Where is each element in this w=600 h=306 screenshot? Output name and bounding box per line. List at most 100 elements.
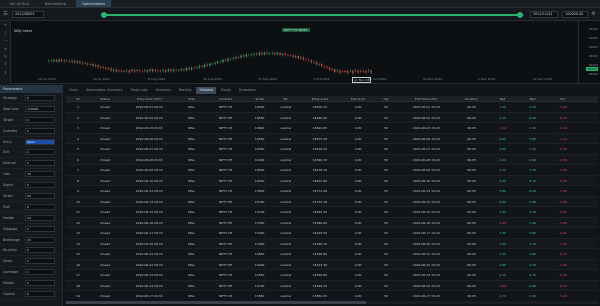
trendline-icon[interactable]: ∕	[0, 29, 11, 37]
table-cell: 50	[384, 262, 389, 267]
tab-1[interactable]: Backtesting	[39, 0, 72, 7]
table-cell: SELL	[187, 210, 196, 214]
parameter-input[interactable]: 0	[25, 225, 55, 232]
column-header[interactable]: Max	[518, 96, 548, 101]
table-cell: 50	[384, 220, 389, 225]
parameter-input[interactable]: 30	[25, 171, 55, 178]
table-row[interactable]: 1 Closed 2022-06-01 09:15 SELL NIFTY CE 16500…	[66, 102, 598, 113]
table-cell: 50	[384, 273, 389, 277]
settings-icon[interactable]: ⚙	[590, 11, 597, 18]
column-header[interactable]: Status	[90, 96, 120, 101]
date-range-slider[interactable]	[101, 12, 524, 18]
subtab-5[interactable]: Detailed	[196, 87, 216, 94]
table-row[interactable]: 9 Closed 2022-06-13 09:15 SELL NIFTY CE 15800…	[66, 186, 598, 197]
capital-input[interactable]: 100000.00	[562, 11, 588, 18]
horizontal-line-icon[interactable]: —	[0, 37, 11, 45]
table-row[interactable]: 17 Closed 2022-06-23 09:15 SELL NIFTY CE 1555…	[66, 270, 598, 281]
table-row[interactable]: 19 Closed 2022-06-27 09:15 SELL NIFTY CE 1585…	[66, 291, 598, 302]
tab-0[interactable]: Kill All Bull	[4, 0, 35, 7]
parameter-label: Brokerage	[3, 237, 20, 242]
table-row[interactable]: 4 Closed 2022-06-06 09:15 SELL NIFTY PE 16550…	[66, 133, 598, 144]
table-row[interactable]: 2 Closed 2022-06-02 09:15 SELL NIFTY PE 16550…	[66, 112, 598, 123]
parameter-input[interactable]: 0	[25, 127, 55, 134]
column-header[interactable]: Net	[488, 96, 518, 101]
parameter-input[interactable]: 120000	[25, 105, 55, 112]
candle-body	[97, 65, 99, 68]
horizontal-scrollbar[interactable]	[66, 301, 598, 304]
table-row[interactable]: 15 Closed 2022-06-21 09:15 SELL NIFTY CE 1565…	[66, 249, 598, 260]
crosshair-icon[interactable]: +	[0, 21, 11, 29]
price-chart[interactable]: + ∕ — ≡ ✎ T ↕ Nifty Index NIFTY 50 INDEX…	[0, 21, 600, 84]
candle-body	[300, 57, 302, 59]
parameter-input[interactable]: 20	[25, 236, 55, 243]
parameter-input[interactable]: 1	[25, 269, 55, 276]
candle-body	[63, 60, 65, 62]
subtab-2[interactable]: Trade Logs	[128, 87, 151, 94]
table-row[interactable]: 10 Closed 2022-06-14 09:15 SELL NIFTY PE 1575…	[66, 196, 598, 207]
tab-2[interactable]: Optimization	[76, 0, 112, 7]
slider-start-knob[interactable]	[101, 12, 107, 18]
parameter-input[interactable]: 0	[25, 247, 55, 254]
text-icon[interactable]: T	[0, 61, 11, 69]
subtab-7[interactable]: Drawdown	[236, 87, 259, 94]
table-cell: 16450	[254, 147, 265, 151]
table-row[interactable]: 7 Closed 2022-06-09 09:15 SELL NIFTY CE 16500…	[66, 165, 598, 176]
column-header[interactable]: Entry price	[299, 96, 341, 101]
column-header[interactable]: Exit price	[341, 96, 375, 101]
slider-end-knob[interactable]	[516, 12, 523, 18]
parameter-input[interactable]: 0	[25, 149, 55, 156]
parameter-input[interactable]: 0	[25, 280, 55, 287]
column-header[interactable]: Contract	[205, 96, 247, 101]
subtab-0[interactable]: Chart	[66, 87, 81, 94]
parameter-row: Target 0	[0, 115, 62, 126]
time-tick-label: 14 Nov 2022	[423, 77, 443, 81]
subtab-3[interactable]: Overview	[153, 87, 174, 94]
column-header[interactable]: Exit time (UTC)	[397, 96, 455, 101]
brush-icon[interactable]: ✎	[0, 53, 11, 61]
table-cell: 2022-06-10 15:20	[412, 178, 440, 183]
table-cell: 06:05	[467, 199, 476, 204]
menu-icon[interactable]: ☰	[2, 11, 9, 18]
scrollbar-thumb[interactable]	[66, 301, 366, 304]
table-row[interactable]: 18 Closed 2022-06-24 09:15 SELL NIFTY PE 1570…	[66, 280, 598, 291]
parameter-input[interactable]: 0	[25, 94, 55, 101]
parameter-input[interactable]: 20	[25, 214, 55, 221]
measure-icon[interactable]: ↕	[0, 69, 11, 77]
table-row[interactable]: 12 Closed 2022-06-16 09:15 SELL NIFTY PE 1535…	[66, 217, 598, 228]
table-row[interactable]: 6 Closed 2022-06-08 09:15 SELL NIFTY PE 16400…	[66, 154, 598, 165]
parameter-input[interactable]: 0	[25, 203, 55, 210]
parameter-input[interactable]: 0	[25, 116, 55, 123]
table-row[interactable]: 16 Closed 2022-06-22 09:15 SELL NIFTY PE 1540…	[66, 259, 598, 270]
parameter-input[interactable]: 50	[25, 192, 55, 199]
column-header[interactable]: P/L	[273, 96, 299, 101]
fib-icon[interactable]: ≡	[0, 45, 11, 53]
parameter-input[interactable]: Open	[25, 138, 55, 145]
table-row[interactable]: 8 Closed 2022-06-10 09:15 SELL NIFTY PE 16250…	[66, 175, 598, 186]
table-row[interactable]: 5 Closed 2022-06-07 09:15 SELL NIFTY CE 16450…	[66, 144, 598, 155]
end-date-input[interactable]: 2022/12/31	[530, 11, 558, 18]
column-header[interactable]: Strike	[247, 96, 273, 101]
table-cell: SELL	[187, 283, 196, 288]
table-row[interactable]: 3 Closed 2022-06-03 09:15 SELL NIFTY CE 16600…	[66, 123, 598, 134]
parameter-input[interactable]: 0	[25, 182, 55, 189]
column-header[interactable]: ID	[66, 96, 90, 101]
start-date-input[interactable]: 2022/06/01	[12, 11, 44, 18]
parameter-input[interactable]: 0	[25, 258, 55, 265]
table-cell: Closed	[100, 294, 111, 298]
subtab-1[interactable]: Optimization Summary	[83, 87, 126, 94]
column-header[interactable]: Duration	[455, 96, 487, 101]
column-header[interactable]: Side	[178, 96, 204, 101]
parameter-input[interactable]: 0	[25, 160, 55, 167]
time-tick-label: 5 Oct 2022	[313, 77, 330, 81]
column-header[interactable]: Entry time (UTC)	[120, 96, 178, 101]
parameter-label: Margin	[3, 281, 15, 286]
table-row[interactable]: 14 Closed 2022-06-20 09:15 SELL NIFTY PE 1535…	[66, 238, 598, 249]
column-header[interactable]: Qty	[375, 96, 397, 101]
table-cell: SELL	[187, 231, 196, 235]
column-header[interactable]: Min	[548, 96, 578, 101]
parameter-input[interactable]: 0	[25, 290, 55, 297]
table-row[interactable]: 13 Closed 2022-06-17 09:15 SELL NIFTY CE 1530…	[66, 228, 598, 239]
subtab-6[interactable]: Equity	[218, 87, 234, 94]
subtab-4[interactable]: Monthly	[176, 87, 195, 94]
table-row[interactable]: 11 Closed 2022-06-15 09:15 SELL NIFTY CE 1570…	[66, 207, 598, 218]
